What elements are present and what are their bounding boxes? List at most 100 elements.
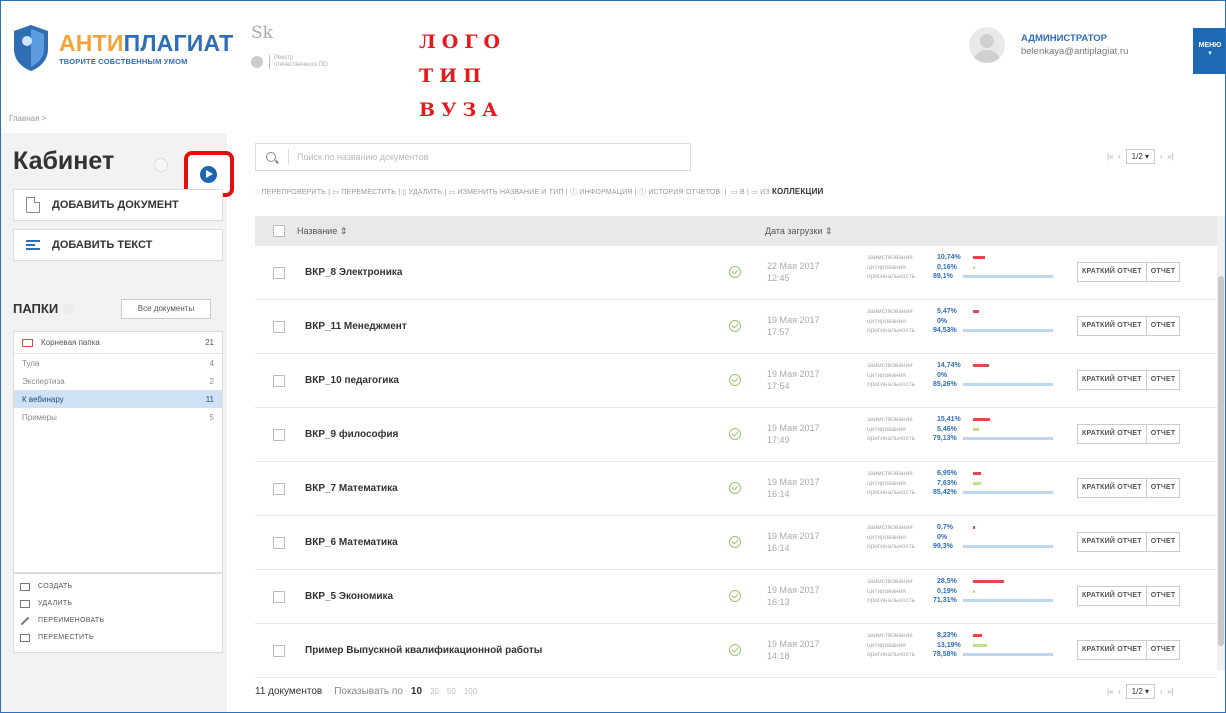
toolbar-info[interactable]: ⓘ ИНФОРМАЦИЯ bbox=[570, 189, 633, 196]
table-row[interactable]: ВКР_11 Менеджмент 19 Мая 2017 17:57 заим… bbox=[255, 300, 1217, 354]
short-report-button[interactable]: КРАТКИЙ ОТЧЕТ bbox=[1077, 424, 1147, 444]
toolbar-delete[interactable]: ▯ УДАЛИТЬ bbox=[402, 189, 442, 196]
short-report-button[interactable]: КРАТКИЙ ОТЧЕТ bbox=[1077, 532, 1147, 552]
folder-icon bbox=[22, 338, 33, 347]
table-row[interactable]: Пример Выпускной квалификационной работы… bbox=[255, 624, 1217, 678]
first-page-button[interactable]: |« bbox=[1107, 152, 1114, 161]
column-name[interactable]: Название ⇕ bbox=[297, 226, 347, 237]
add-document-button[interactable]: ДОБАВИТЬ ДОКУМЕНТ bbox=[13, 189, 223, 221]
short-report-button[interactable]: КРАТКИЙ ОТЧЕТ bbox=[1077, 640, 1147, 660]
table-row[interactable]: ВКР_8 Электроника 22 Мая 2017 12:45 заим… bbox=[255, 246, 1217, 300]
report-button[interactable]: ОТЧЕТ bbox=[1145, 424, 1181, 444]
document-name[interactable]: ВКР_11 Менеджмент bbox=[305, 321, 721, 332]
page-size-option[interactable]: 10 bbox=[411, 686, 422, 697]
antiplagiat-logo[interactable]: АНТИПЛАГИАТ ТВОРИТЕ СОБСТВЕННЫМ УМОМ bbox=[11, 23, 233, 73]
folder-item[interactable]: Примеры 5 bbox=[14, 408, 222, 426]
report-button[interactable]: ОТЧЕТ bbox=[1145, 316, 1181, 336]
short-report-button[interactable]: КРАТКИЙ ОТЧЕТ bbox=[1077, 370, 1147, 390]
report-button[interactable]: ОТЧЕТ bbox=[1145, 262, 1181, 282]
cite-value: 0% bbox=[937, 317, 948, 325]
help-icon[interactable] bbox=[154, 158, 168, 172]
document-name[interactable]: Пример Выпускной квалификационной работы bbox=[305, 645, 721, 656]
folder-item[interactable]: Тула 4 bbox=[14, 354, 222, 372]
folders-help-icon[interactable] bbox=[63, 303, 75, 315]
row-checkbox[interactable] bbox=[273, 266, 285, 279]
collections-label[interactable]: КОЛЛЕКЦИИ bbox=[772, 187, 824, 196]
document-name[interactable]: ВКР_5 Экономика bbox=[305, 591, 721, 602]
check-stats: заимствования 14,74% цитирования 0% оригин… bbox=[867, 361, 1057, 390]
add-text-button[interactable]: ДОБАВИТЬ ТЕКСТ bbox=[13, 229, 223, 261]
row-checkbox[interactable] bbox=[273, 536, 285, 549]
document-name[interactable]: ВКР_7 Математика bbox=[305, 483, 721, 494]
borrow-value: 28,5% bbox=[937, 578, 957, 585]
folder-item[interactable]: Экспертиза 2 bbox=[14, 372, 222, 390]
next-page-button[interactable]: › bbox=[1160, 687, 1163, 696]
all-documents-button[interactable]: Все документы bbox=[121, 299, 211, 319]
page-size-option[interactable]: 50 bbox=[447, 687, 456, 696]
borrow-label: заимствования bbox=[867, 362, 913, 369]
row-checkbox[interactable] bbox=[273, 374, 285, 387]
short-report-button[interactable]: КРАТКИЙ ОТЧЕТ bbox=[1077, 586, 1147, 606]
root-folder[interactable]: Корневая папка 21 bbox=[14, 332, 222, 354]
page-size-option[interactable]: 100 bbox=[464, 687, 477, 696]
row-checkbox[interactable] bbox=[273, 590, 285, 603]
toolbar-recheck[interactable]: ◌ ПЕРЕПРОВЕРИТЬ bbox=[255, 189, 326, 196]
cite-bar bbox=[973, 427, 979, 431]
first-page-button[interactable]: |« bbox=[1107, 687, 1114, 696]
prev-page-button[interactable]: ‹ bbox=[1118, 687, 1121, 696]
select-all-checkbox[interactable] bbox=[273, 225, 285, 237]
short-report-button[interactable]: КРАТКИЙ ОТЧЕТ bbox=[1077, 478, 1147, 498]
report-button[interactable]: ОТЧЕТ bbox=[1145, 532, 1181, 552]
last-page-button[interactable]: »| bbox=[1167, 687, 1174, 696]
create-folder-button[interactable]: СОЗДАТЬ bbox=[14, 578, 222, 595]
menu-button[interactable]: МЕНЮ ▾ bbox=[1193, 28, 1225, 74]
document-name[interactable]: ВКР_8 Электроника bbox=[305, 267, 721, 278]
toolbar-rename[interactable]: ▭ ИЗМЕНИТЬ НАЗВАНИЕ И ТИП bbox=[449, 189, 564, 196]
folder-item[interactable]: К вебинару 11 bbox=[14, 390, 222, 408]
last-page-button[interactable]: »| bbox=[1167, 152, 1174, 161]
row-checkbox[interactable] bbox=[273, 320, 285, 333]
breadcrumb[interactable]: Главная > bbox=[9, 114, 46, 123]
sidebar: Кабинет ДОБАВИТЬ ДОКУМЕНТ ДОБАВИТЬ ТЕКСТ… bbox=[1, 133, 234, 712]
table-row[interactable]: ВКР_6 Математика 19 Мая 2017 16:14 заимс… bbox=[255, 516, 1217, 570]
search-box[interactable]: Поиск по названию документов bbox=[255, 143, 691, 171]
short-report-button[interactable]: КРАТКИЙ ОТЧЕТ bbox=[1077, 316, 1147, 336]
short-report-button[interactable]: КРАТКИЙ ОТЧЕТ bbox=[1077, 262, 1147, 282]
page-select[interactable]: 1/2 ▾ bbox=[1125, 149, 1156, 164]
table-row[interactable]: ВКР_5 Экономика 19 Мая 2017 16:13 заимст… bbox=[255, 570, 1217, 624]
row-checkbox[interactable] bbox=[273, 428, 285, 441]
table-row[interactable]: ВКР_10 педагогика 19 Мая 2017 17:54 заим… bbox=[255, 354, 1217, 408]
report-button[interactable]: ОТЧЕТ bbox=[1145, 478, 1181, 498]
check-circle-icon bbox=[729, 536, 741, 548]
move-folder-button[interactable]: ПЕРЕМЕСТИТЬ bbox=[14, 629, 222, 646]
rename-folder-button[interactable]: ПЕРЕИМЕНОВАТЬ bbox=[14, 612, 222, 629]
toolbar-from-collection[interactable]: ▭ ИЗ bbox=[751, 189, 770, 196]
report-button[interactable]: ОТЧЕТ bbox=[1145, 586, 1181, 606]
report-button[interactable]: ОТЧЕТ bbox=[1145, 640, 1181, 660]
row-checkbox[interactable] bbox=[273, 482, 285, 495]
toolbar-to-collection[interactable]: ▭ В bbox=[731, 189, 745, 196]
delete-folder-label: УДАЛИТЬ bbox=[38, 600, 73, 607]
user-profile[interactable]: АДМИНИСТРАТОР belenkaya@antiplagiat.ru bbox=[969, 27, 1128, 63]
document-name[interactable]: ВКР_6 Математика bbox=[305, 537, 721, 548]
column-date[interactable]: Дата загрузки ⇕ bbox=[765, 226, 832, 237]
document-name[interactable]: ВКР_10 педагогика bbox=[305, 375, 721, 386]
row-checkbox[interactable] bbox=[273, 644, 285, 657]
table-row[interactable]: ВКР_9 философия 19 Мая 2017 17:49 заимст… bbox=[255, 408, 1217, 462]
document-name[interactable]: ВКР_9 философия bbox=[305, 429, 721, 440]
report-button[interactable]: ОТЧЕТ bbox=[1145, 370, 1181, 390]
prev-page-button[interactable]: ‹ bbox=[1118, 152, 1121, 161]
avatar[interactable] bbox=[969, 27, 1005, 63]
delete-folder-button[interactable]: УДАЛИТЬ bbox=[14, 595, 222, 612]
pagination-top: |« ‹ 1/2 ▾ › »| bbox=[1107, 149, 1174, 164]
table-row[interactable]: ВКР_7 Математика 19 Мая 2017 16:14 заимс… bbox=[255, 462, 1217, 516]
search-input[interactable]: Поиск по названию документов bbox=[297, 152, 428, 162]
scrollbar-thumb[interactable] bbox=[1218, 276, 1224, 646]
next-page-button[interactable]: › bbox=[1160, 152, 1163, 161]
toolbar-history[interactable]: ⓘ ИСТОРИЯ ОТЧЕТОВ bbox=[639, 189, 720, 196]
scrollbar[interactable] bbox=[1217, 216, 1225, 670]
page-size-option[interactable]: 20 bbox=[430, 687, 439, 696]
page-select[interactable]: 1/2 ▾ bbox=[1125, 684, 1156, 699]
upload-date: 19 Мая 2017 17:57 bbox=[767, 314, 847, 338]
toolbar-move[interactable]: ▭ ПЕРЕМЕСТИТЬ bbox=[332, 189, 396, 196]
